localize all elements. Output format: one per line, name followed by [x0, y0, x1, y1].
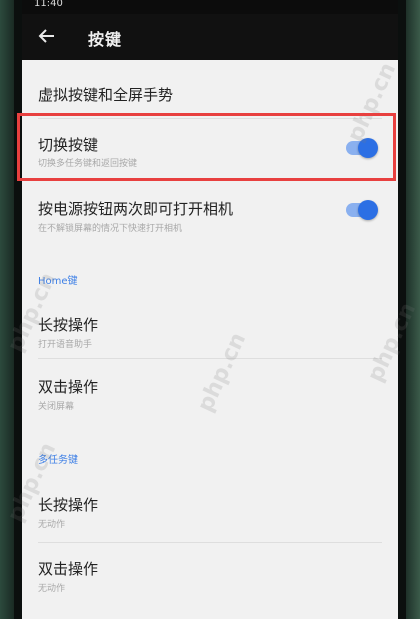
setting-power-button-camera[interactable]: 按电源按钮两次即可打开相机 在不解锁屏幕的情况下快速打开相机: [22, 190, 398, 240]
status-bar: 11:40: [22, 0, 398, 14]
setting-home-long-press[interactable]: 长按操作 打开语音助手: [22, 300, 398, 356]
highlight-box: [17, 113, 396, 181]
page-title: 按键: [88, 30, 123, 49]
back-arrow-icon-svg: [38, 29, 54, 43]
setting-title: 双击操作: [38, 560, 99, 578]
setting-title: 双击操作: [38, 378, 99, 396]
setting-title: 长按操作: [38, 316, 99, 334]
app-header: 按键: [22, 14, 398, 60]
setting-subtitle: 关闭屏幕: [38, 402, 75, 412]
divider: [38, 358, 382, 359]
setting-virtual-keys-gestures[interactable]: 虚拟按键和全屏手势: [22, 60, 398, 112]
setting-subtitle: 打开语音助手: [38, 340, 93, 350]
setting-title: 按电源按钮两次即可打开相机: [38, 200, 234, 218]
setting-subtitle: 无动作: [38, 520, 66, 530]
setting-multitask-double-tap[interactable]: 双击操作 无动作: [22, 546, 398, 602]
back-arrow-icon[interactable]: [36, 25, 58, 47]
setting-subtitle: 无动作: [38, 584, 66, 594]
setting-subtitle: 在不解锁屏幕的情况下快速打开相机: [38, 224, 183, 234]
status-time: 11:40: [34, 0, 63, 9]
setting-title: 长按操作: [38, 496, 99, 514]
power-camera-toggle[interactable]: [346, 200, 378, 220]
toggle-knob: [358, 200, 378, 220]
setting-multitask-long-press[interactable]: 长按操作 无动作: [22, 482, 398, 538]
setting-title: 虚拟按键和全屏手势: [38, 86, 174, 104]
divider: [38, 542, 382, 543]
